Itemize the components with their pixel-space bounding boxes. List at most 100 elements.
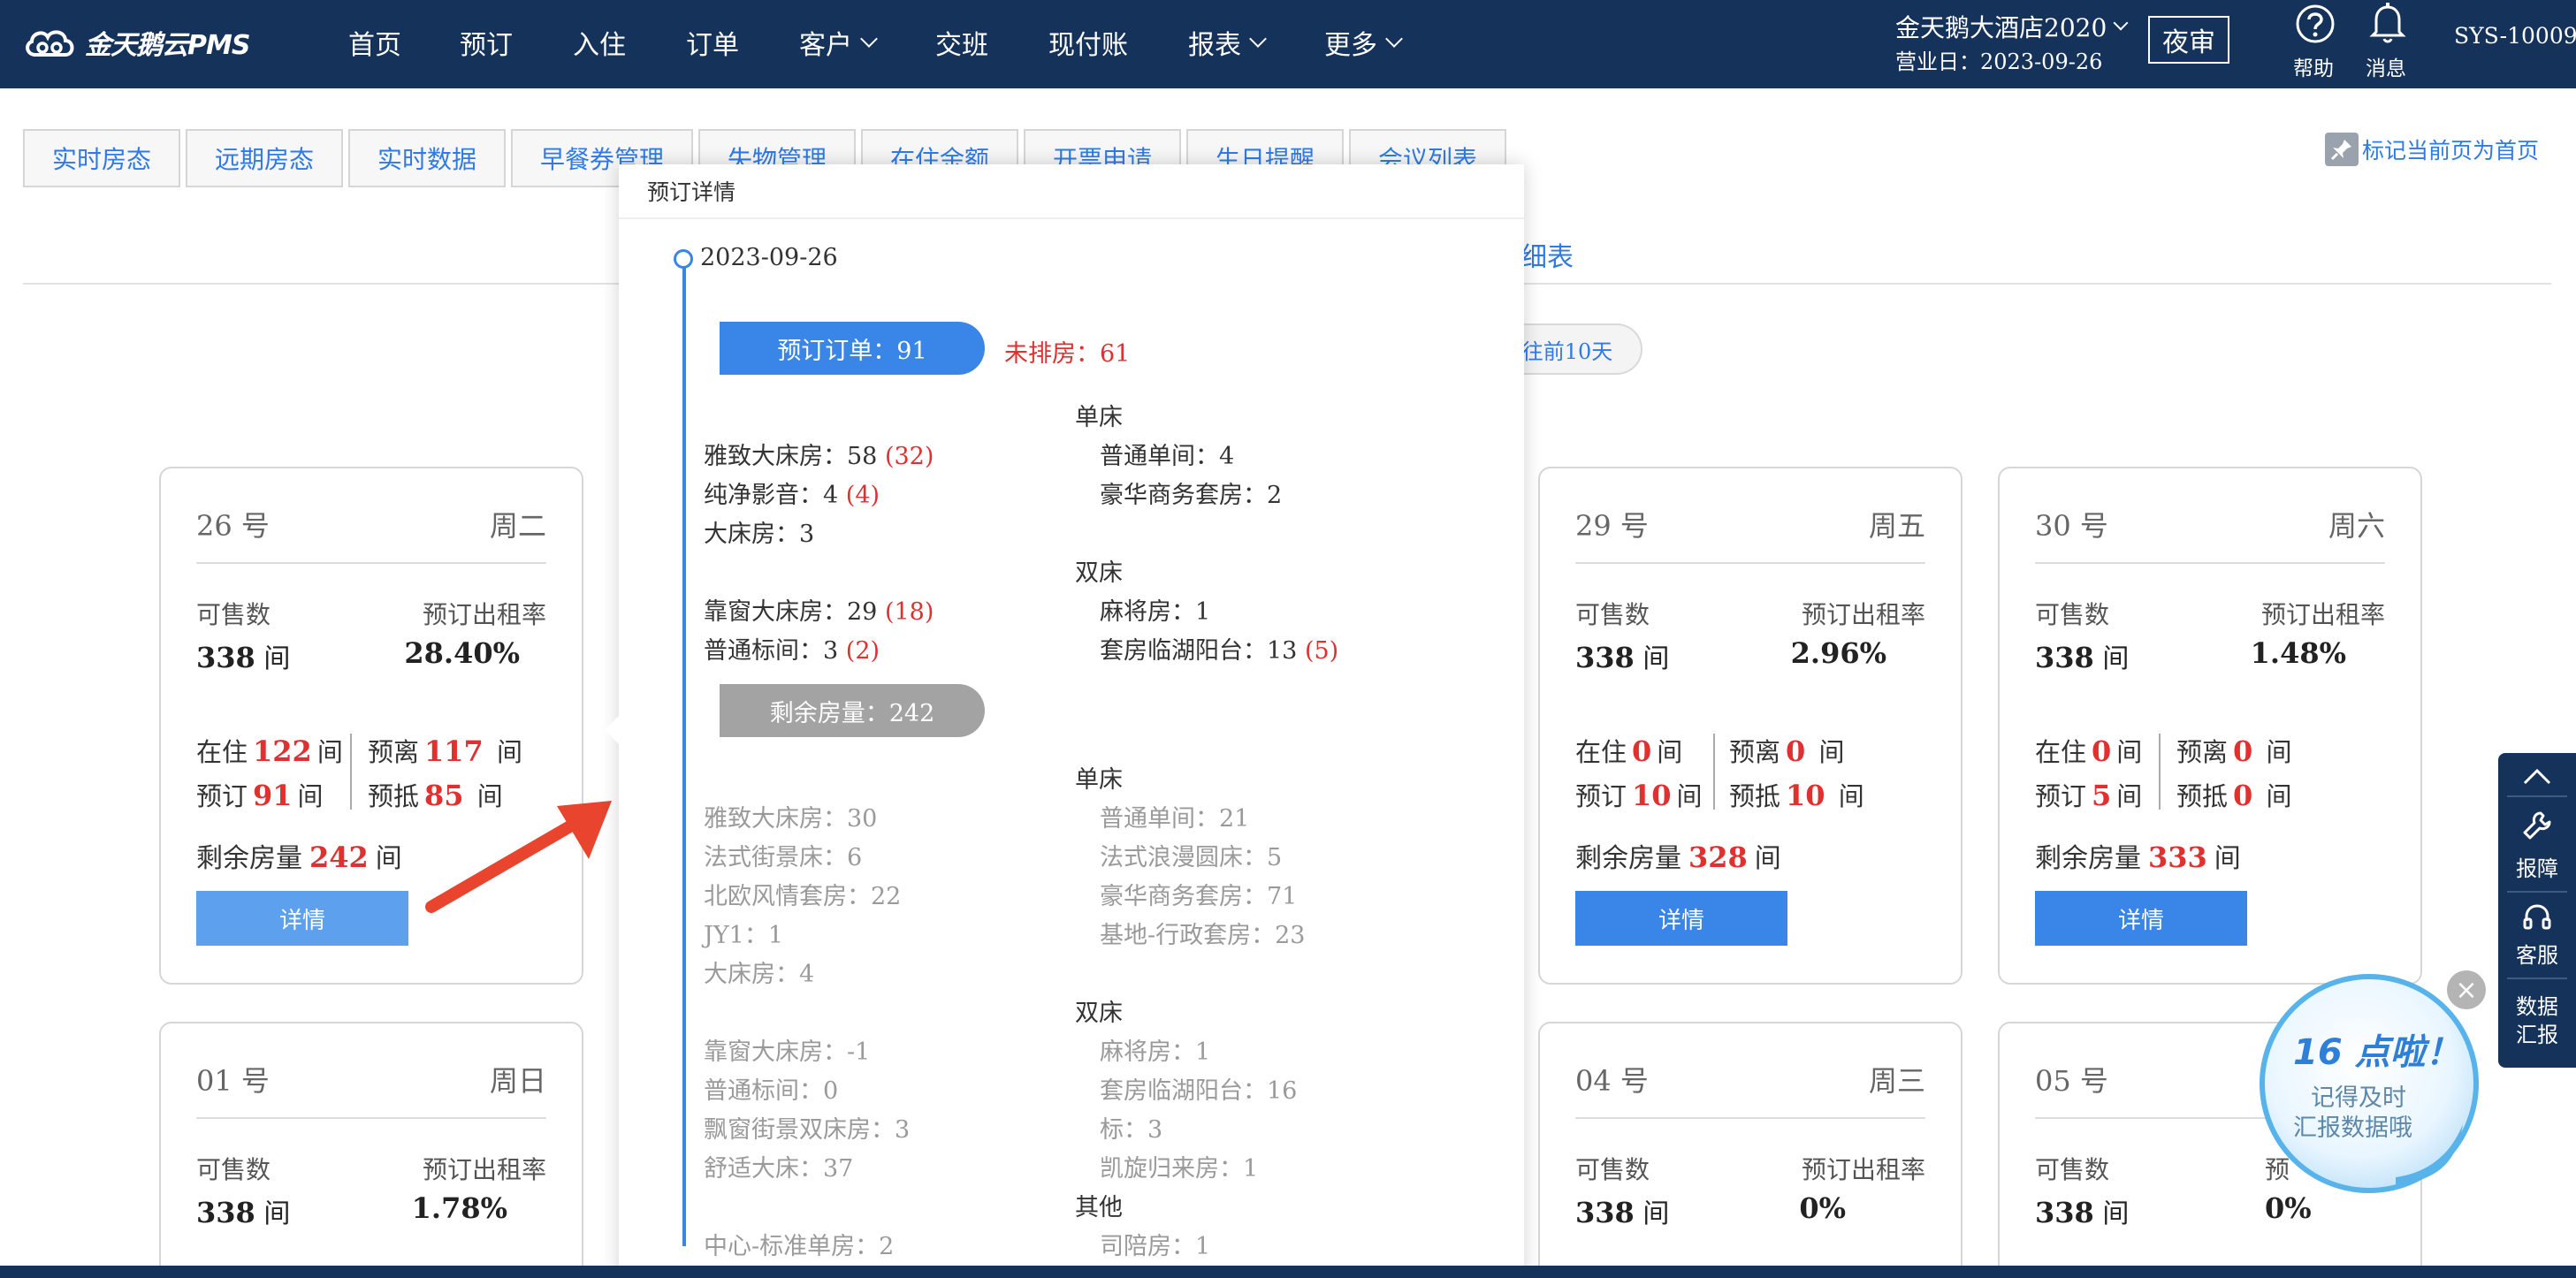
nav-shift[interactable]: 交班 — [935, 23, 988, 62]
tab-realtime-room-status[interactable]: 实时房态 — [23, 129, 180, 187]
divider — [2507, 978, 2567, 979]
tab-future-room-status[interactable]: 远期房态 — [186, 129, 343, 187]
departing-stat[interactable]: 预离 117 间 — [368, 732, 522, 769]
stat-value: 122 — [253, 734, 312, 768]
detail-button[interactable]: 详情 — [196, 891, 408, 946]
bell-icon[interactable] — [2367, 2, 2408, 44]
nav-reports[interactable]: 报表 — [1188, 23, 1267, 62]
stat-value: 0 — [2233, 734, 2253, 768]
nav-home[interactable]: 首页 — [348, 23, 401, 62]
room-type-count: 雅致大床房：58 — [704, 443, 878, 470]
in-house-stat[interactable]: 在住 0 间 — [1575, 732, 1682, 769]
remaining-room-type: 北欧风情套房：22 — [704, 883, 902, 910]
unit: 间 — [2266, 781, 2292, 811]
sellable-value: 338 间 — [196, 1191, 290, 1230]
help-label[interactable]: 帮助 — [2293, 51, 2334, 81]
nav-label: 客户 — [799, 30, 852, 61]
booked-stat[interactable]: 预订 5 间 — [2035, 776, 2142, 813]
divider — [2035, 562, 2385, 564]
unit: 间 — [1657, 737, 1683, 767]
day-card-04: 04 号 周三 可售数 预订出租率 338 间 0% — [1538, 1022, 1962, 1278]
night-audit-button[interactable]: 夜审 — [2148, 16, 2229, 64]
room-type-count: 麻将房：1 — [1100, 598, 1211, 626]
wrench-icon[interactable] — [2521, 810, 2553, 841]
unassigned-count: (32) — [884, 443, 934, 470]
nav-orders[interactable]: 订单 — [686, 23, 739, 62]
rate-value: 1.48% — [2251, 636, 2346, 670]
room-type-count: 靠窗大床房：29 — [704, 598, 878, 626]
data-report-label-2[interactable]: 汇报 — [2498, 1022, 2576, 1048]
detail-button[interactable]: 详情 — [2035, 891, 2247, 946]
booked-room-type: 豪华商务套房：2 — [1100, 482, 1283, 509]
nav-customers[interactable]: 客户 — [799, 23, 878, 62]
card-weekday: 周二 — [489, 509, 546, 543]
hotel-selector[interactable]: 金天鹅大酒店2020 — [1895, 9, 2129, 44]
booked-orders-pill: 预订订单：91 — [720, 322, 985, 375]
popover-title: 预订详情 — [619, 164, 1524, 219]
sellable-label: 可售数 — [1575, 600, 1650, 629]
headset-icon[interactable] — [2521, 901, 2553, 933]
stat-label: 预离 — [2176, 737, 2229, 767]
divider — [2507, 891, 2567, 893]
booked-room-type: 靠窗大床房：29 (18) — [704, 592, 934, 627]
user-account[interactable]: SYS-10009 — [2454, 23, 2576, 49]
stat-label: 预抵 — [2176, 781, 2229, 811]
nav-cash-account[interactable]: 现付账 — [1048, 23, 1128, 62]
booked-room-type: 普通标间：3 (2) — [704, 631, 880, 666]
departing-stat[interactable]: 预离 0 间 — [1729, 732, 1845, 769]
remaining-room-type: 中心-标准单房：2 — [704, 1233, 895, 1260]
single-bed-heading: 单床 — [1075, 766, 1123, 794]
sellable-count: 338 — [196, 641, 255, 674]
nav-more[interactable]: 更多 — [1324, 23, 1403, 62]
detail-button[interactable]: 详情 — [1575, 891, 1787, 946]
messages-label[interactable]: 消息 — [2366, 51, 2406, 81]
stat-label: 预抵 — [368, 781, 420, 811]
departing-stat[interactable]: 预离 0 间 — [2176, 732, 2292, 769]
divider — [2507, 795, 2567, 797]
card-day: 05 号 — [2035, 1064, 2108, 1098]
data-report-label-1[interactable]: 数据 — [2498, 993, 2576, 1020]
divider — [1713, 734, 1715, 810]
nav-booking[interactable]: 预订 — [460, 23, 513, 62]
arriving-stat[interactable]: 预抵 0 间 — [2176, 776, 2292, 813]
report-issue-label[interactable]: 报障 — [2498, 856, 2576, 882]
unit: 间 — [2102, 1198, 2130, 1229]
sellable-value: 338 间 — [1575, 1191, 1669, 1230]
sellable-value: 338 间 — [2035, 1191, 2129, 1230]
set-homepage-link[interactable]: 标记当前页为首页 — [2325, 133, 2539, 166]
booked-stat[interactable]: 预订 10 间 — [1575, 776, 1703, 813]
remaining-room-type: 标：3 — [1100, 1116, 1163, 1144]
detail-table-link[interactable]: 细表 — [1520, 235, 1574, 274]
sellable-label: 可售数 — [196, 1155, 271, 1184]
remaining-room-type: 靠窗大床房：-1 — [704, 1038, 871, 1066]
logo[interactable]: 金天鹅云PMS — [23, 19, 250, 65]
remaining-room-type: 法式街景床：6 — [704, 844, 863, 871]
room-type-count: 普通标间：3 — [704, 637, 839, 665]
help-icon[interactable] — [2295, 4, 2336, 44]
in-house-stat[interactable]: 在住 122 间 — [196, 732, 343, 769]
arriving-stat[interactable]: 预抵 10 间 — [1729, 776, 1864, 813]
booked-stat[interactable]: 预订 91 间 — [196, 776, 324, 813]
booked-room-type: 普通单间：4 — [1100, 443, 1235, 470]
stat-value: 91 — [253, 779, 293, 812]
nav-checkin[interactable]: 入住 — [573, 23, 626, 62]
day-card-30: 30 号 周六 可售数 预订出租率 338 间 1.48% 在住 0 间 预离 0 间… — [1998, 467, 2422, 985]
chevron-up-icon[interactable] — [2521, 765, 2553, 787]
unassigned-count: (4) — [845, 482, 880, 509]
reminder-text-2: 汇报数据哦 — [2293, 1114, 2412, 1142]
remaining-room-type: 基地-行政套房：23 — [1100, 922, 1306, 949]
unit: 间 — [2214, 843, 2241, 874]
unit: 间 — [1818, 737, 1845, 767]
customer-service-label[interactable]: 客服 — [2498, 942, 2576, 969]
tab-realtime-data[interactable]: 实时数据 — [348, 129, 506, 187]
close-icon[interactable]: × — [2447, 970, 2486, 1009]
unit: 间 — [2116, 781, 2143, 811]
stat-label: 预离 — [1729, 737, 1781, 767]
logo-text: 金天鹅云PMS — [85, 30, 250, 61]
rate-label: 预订出租率 — [422, 1155, 546, 1184]
top-navbar: 金天鹅云PMS 首页 预订 入住 订单 客户 交班 现付账 报表 更多 金天鹅大… — [0, 0, 2576, 88]
card-weekday: 周日 — [489, 1064, 546, 1098]
stat-value: 0 — [2092, 734, 2112, 768]
in-house-stat[interactable]: 在住 0 间 — [2035, 732, 2142, 769]
card-day: 26 号 — [196, 509, 270, 543]
